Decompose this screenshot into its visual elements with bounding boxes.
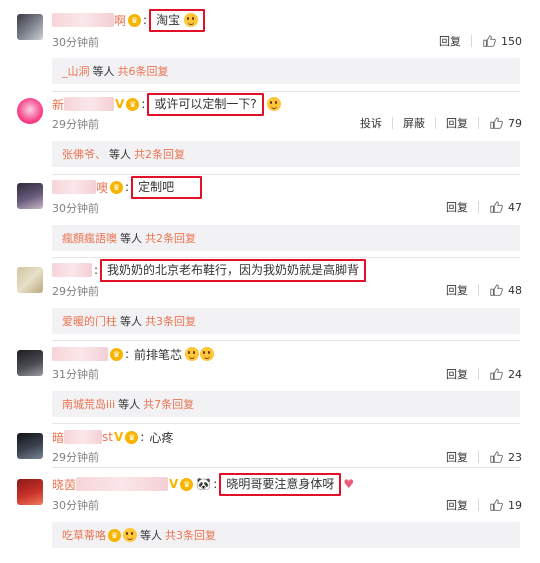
reply-summary[interactable]: 吃草蒂咯 ♛ 等人 共3条回复 xyxy=(52,522,520,548)
vip-badge-icon: ♛ xyxy=(110,347,123,361)
reply-summary[interactable]: 爱暖的门柱 等人 共3条回复 xyxy=(52,308,520,334)
emoji-icon xyxy=(123,528,137,542)
reply-summary[interactable]: 张佛爷、 等人 共2条回复 xyxy=(52,141,520,167)
comment-text: 晓明哥要注意身体呀 xyxy=(219,472,342,496)
comment-6: 暗 st V ♛ : 心疼 29分钟前 回复 23 xyxy=(0,425,540,469)
username[interactable]: 啊 xyxy=(114,12,126,29)
comment-3: 噢 ♛ : 定制吧 30分钟前 回复 47 瘋顏瘋語噢 等人 共2条回复 xyxy=(0,175,540,258)
username-blur xyxy=(52,180,96,194)
timestamp: 29分钟前 xyxy=(52,118,99,131)
like-button[interactable]: 79 xyxy=(489,116,522,130)
username[interactable]: 噢 xyxy=(96,179,108,196)
thumbs-up-icon xyxy=(490,117,503,129)
avatar[interactable] xyxy=(17,433,43,459)
vip-badge-icon: ♛ xyxy=(180,477,194,491)
verified-icon: V xyxy=(169,477,179,491)
comment-text: 我奶奶的北京老布鞋行，因为我奶奶就是高脚背 xyxy=(100,258,367,282)
like-button[interactable]: 48 xyxy=(489,283,522,297)
like-count: 24 xyxy=(508,367,522,381)
like-count: 19 xyxy=(508,498,522,512)
reply-summary[interactable]: _山洞 等人 共6条回复 xyxy=(52,58,520,84)
like-count: 150 xyxy=(501,34,522,48)
reply-button[interactable]: 回复 xyxy=(446,366,468,382)
thumbs-up-icon xyxy=(490,499,503,511)
reply-button[interactable]: 回复 xyxy=(446,282,468,298)
reply-summary[interactable]: 南城荒岛iii 等人 共7条回复 xyxy=(52,391,520,417)
comment-4: : 我奶奶的北京老布鞋行，因为我奶奶就是高脚背 29分钟前 回复 48 爱暖的门… xyxy=(0,258,540,341)
block-button[interactable]: 屏蔽 xyxy=(403,115,425,131)
like-button[interactable]: 24 xyxy=(489,367,522,381)
avatar[interactable] xyxy=(17,267,43,293)
username-blur xyxy=(64,430,103,444)
reply-button[interactable]: 回复 xyxy=(439,33,461,49)
thumbs-up-icon xyxy=(490,451,503,463)
like-count: 23 xyxy=(508,450,522,464)
comment-5: ♛ : 前排笔芯 31分钟前 回复 24 南城荒岛iii 等人 共7条回复 xyxy=(0,342,540,424)
reply-button[interactable]: 回复 xyxy=(446,199,468,215)
username-blur xyxy=(76,477,169,491)
verified-icon: V xyxy=(115,97,125,111)
comment-text: 或许可以定制一下? xyxy=(147,92,264,116)
comment-text: 心疼 xyxy=(149,430,174,445)
reply-button[interactable]: 回复 xyxy=(446,115,468,131)
timestamp: 30分钟前 xyxy=(52,202,99,215)
like-button[interactable]: 47 xyxy=(489,200,522,214)
like-count: 79 xyxy=(508,116,522,130)
vip-badge-icon: ♛ xyxy=(126,97,140,111)
next-comment-clip xyxy=(0,548,540,563)
avatar[interactable] xyxy=(17,98,43,124)
like-count: 48 xyxy=(508,283,522,297)
username-suffix[interactable]: st xyxy=(102,430,113,444)
vip-badge-icon: ♛ xyxy=(128,13,142,27)
emoji-icon xyxy=(266,97,281,111)
comment-7: 晓茵 V ♛ 🐼 : 晓明哥要注意身体呀 ♥ 30分钟前 回复 19 吃草蒂咯 … xyxy=(0,469,540,549)
avatar[interactable] xyxy=(17,183,43,209)
vip-badge-icon: ♛ xyxy=(110,180,124,194)
timestamp: 30分钟前 xyxy=(52,36,99,49)
reply-button[interactable]: 回复 xyxy=(446,497,468,513)
comment-text: 淘宝 xyxy=(149,8,205,32)
vip-badge-icon: ♛ xyxy=(125,430,139,444)
username[interactable]: 晓茵 xyxy=(52,476,76,493)
like-count: 47 xyxy=(508,200,522,214)
comment-text: 前排笔芯 xyxy=(134,347,183,362)
emoji-icon xyxy=(200,347,215,361)
username[interactable]: 新 xyxy=(52,96,64,113)
timestamp: 30分钟前 xyxy=(52,499,99,512)
like-button[interactable]: 150 xyxy=(482,34,522,48)
thumbs-up-icon xyxy=(490,201,503,213)
like-button[interactable]: 23 xyxy=(489,450,522,464)
timestamp: 29分钟前 xyxy=(52,285,99,298)
heart-icon: ♥ xyxy=(343,477,355,491)
verified-icon: V xyxy=(113,430,124,444)
username-blur xyxy=(64,97,115,111)
panda-icon: 🐼 xyxy=(196,477,212,491)
username[interactable]: 暗 xyxy=(52,429,64,446)
thumbs-up-icon xyxy=(490,284,503,296)
like-button[interactable]: 19 xyxy=(489,498,522,512)
thumbs-up-icon xyxy=(483,35,496,47)
avatar[interactable] xyxy=(17,350,43,376)
avatar[interactable] xyxy=(17,14,43,40)
emoji-icon xyxy=(185,347,200,361)
emoji-icon xyxy=(183,13,198,27)
thumbs-up-icon xyxy=(490,368,503,380)
comment-1: 啊 ♛ : 淘宝 30分钟前 回复 150 _山洞 等人 共6条回复 xyxy=(0,6,540,86)
reply-button[interactable]: 回复 xyxy=(446,449,468,465)
comment-text: 定制吧 xyxy=(131,175,203,199)
timestamp: 29分钟前 xyxy=(52,451,99,464)
comment-2: 新 V ♛ : 或许可以定制一下? 29分钟前 投诉 屏蔽 回复 79 张佛爷、… xyxy=(0,92,540,174)
report-button[interactable]: 投诉 xyxy=(360,115,382,131)
avatar[interactable] xyxy=(17,479,43,505)
timestamp: 31分钟前 xyxy=(52,368,99,381)
username-blur xyxy=(52,13,114,27)
vip-badge-icon: ♛ xyxy=(108,528,121,542)
username-blur xyxy=(52,263,92,277)
reply-summary[interactable]: 瘋顏瘋語噢 等人 共2条回复 xyxy=(52,225,520,251)
username-blur xyxy=(52,347,108,361)
